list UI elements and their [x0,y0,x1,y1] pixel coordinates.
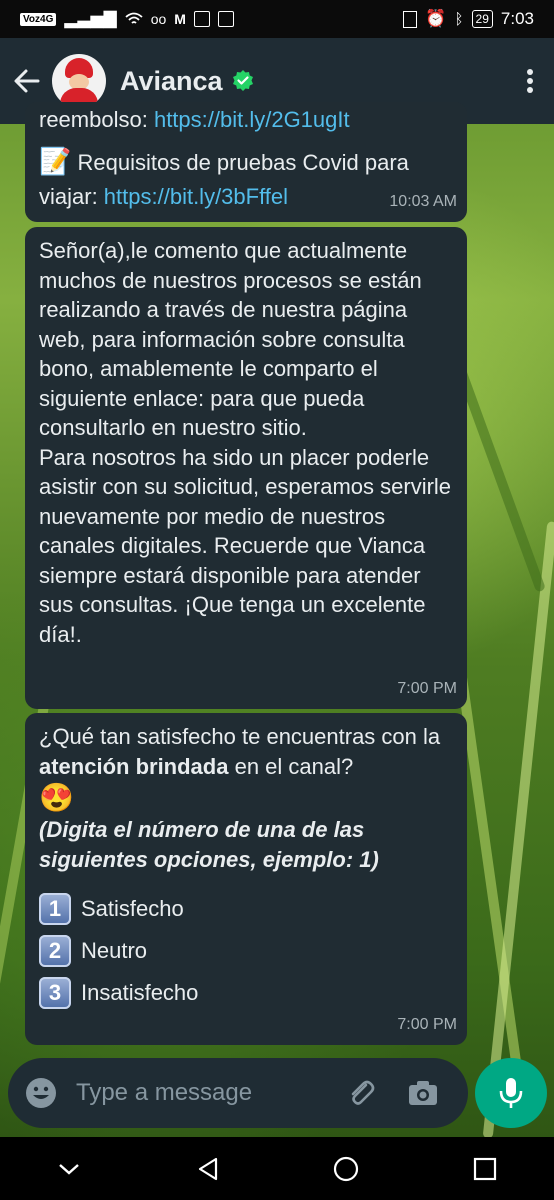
message-line: 📝 Requisitos de pruebas Covid para [39,146,409,176]
microphone-icon [499,1078,523,1108]
recents-icon[interactable] [471,1155,499,1183]
sim-off-icon [403,10,418,28]
notification-icon [193,11,210,27]
message-bubble: ¿Qué tan satisfecho te encuentras con la… [25,713,467,1045]
status-bar: Voz4G ▂▃▅▇ oo M ⏰ ᛒ 29 7:03 [0,0,554,38]
message-text: Señor(a),le comento que actualmente much… [39,238,452,647]
avatar[interactable] [52,54,106,108]
system-nav-bar [0,1137,554,1200]
message-time: 7:00 PM [397,679,457,697]
bluetooth-icon: ᛒ [454,10,464,28]
carrier-badge: Voz4G [20,12,57,26]
keycap-1-icon: 1 [39,893,71,925]
attach-icon[interactable] [344,1076,378,1110]
question-text: ¿Qué tan satisfecho te encuentras con la… [39,724,441,779]
message-time: 7:00 PM [397,1015,457,1033]
option-label: Insatisfecho [81,980,199,1006]
clock: 7:03 [500,9,534,28]
option-3: 3 Insatisfecho [39,972,453,1014]
camera-icon[interactable] [406,1076,440,1110]
hide-keyboard-icon[interactable] [55,1159,83,1179]
gmail-icon: M [174,11,186,27]
message-bubble: reembolso: https://bit.ly/2G1ugIt 📝 Requ… [25,102,467,222]
instruction-text: (Digita el número de una de las siguient… [39,817,379,872]
outlook-icon [217,11,234,27]
option-1: 1 Satisfecho [39,888,453,930]
heart-eyes-emoji-icon: 😍 [39,782,74,813]
voicemail-icon: oo [150,11,167,27]
message-input[interactable] [74,1078,338,1108]
message-link[interactable]: https://bit.ly/3bFffel [104,184,288,209]
verified-badge-icon [232,70,253,91]
option-label: Neutro [81,938,148,964]
back-icon[interactable] [194,1155,222,1183]
chat-title[interactable]: Avianca [120,66,223,97]
alarm-icon: ⏰ [425,9,447,28]
message-line: reembolso: https://bit.ly/2G1ugIt [39,107,350,132]
back-arrow-icon[interactable] [12,66,42,96]
message-link[interactable]: https://bit.ly/2G1ugIt [154,107,350,132]
voice-message-button[interactable] [475,1058,547,1128]
signal-icon: ▂▃▅▇ [64,9,117,28]
emoji-icon[interactable] [24,1076,58,1110]
keycap-2-icon: 2 [39,935,71,967]
home-icon[interactable] [332,1155,360,1183]
message-input-bar [8,1058,468,1128]
message-time: 10:03 AM [389,192,457,210]
message-bubble: Señor(a),le comento que actualmente much… [25,227,467,709]
option-2: 2 Neutro [39,930,453,972]
option-label: Satisfecho [81,896,184,922]
more-options-icon[interactable] [518,66,542,96]
keycap-3-icon: 3 [39,977,71,1009]
battery-icon: 29 [471,10,493,28]
wifi-icon [125,12,143,24]
memo-emoji-icon: 📝 [39,146,72,176]
